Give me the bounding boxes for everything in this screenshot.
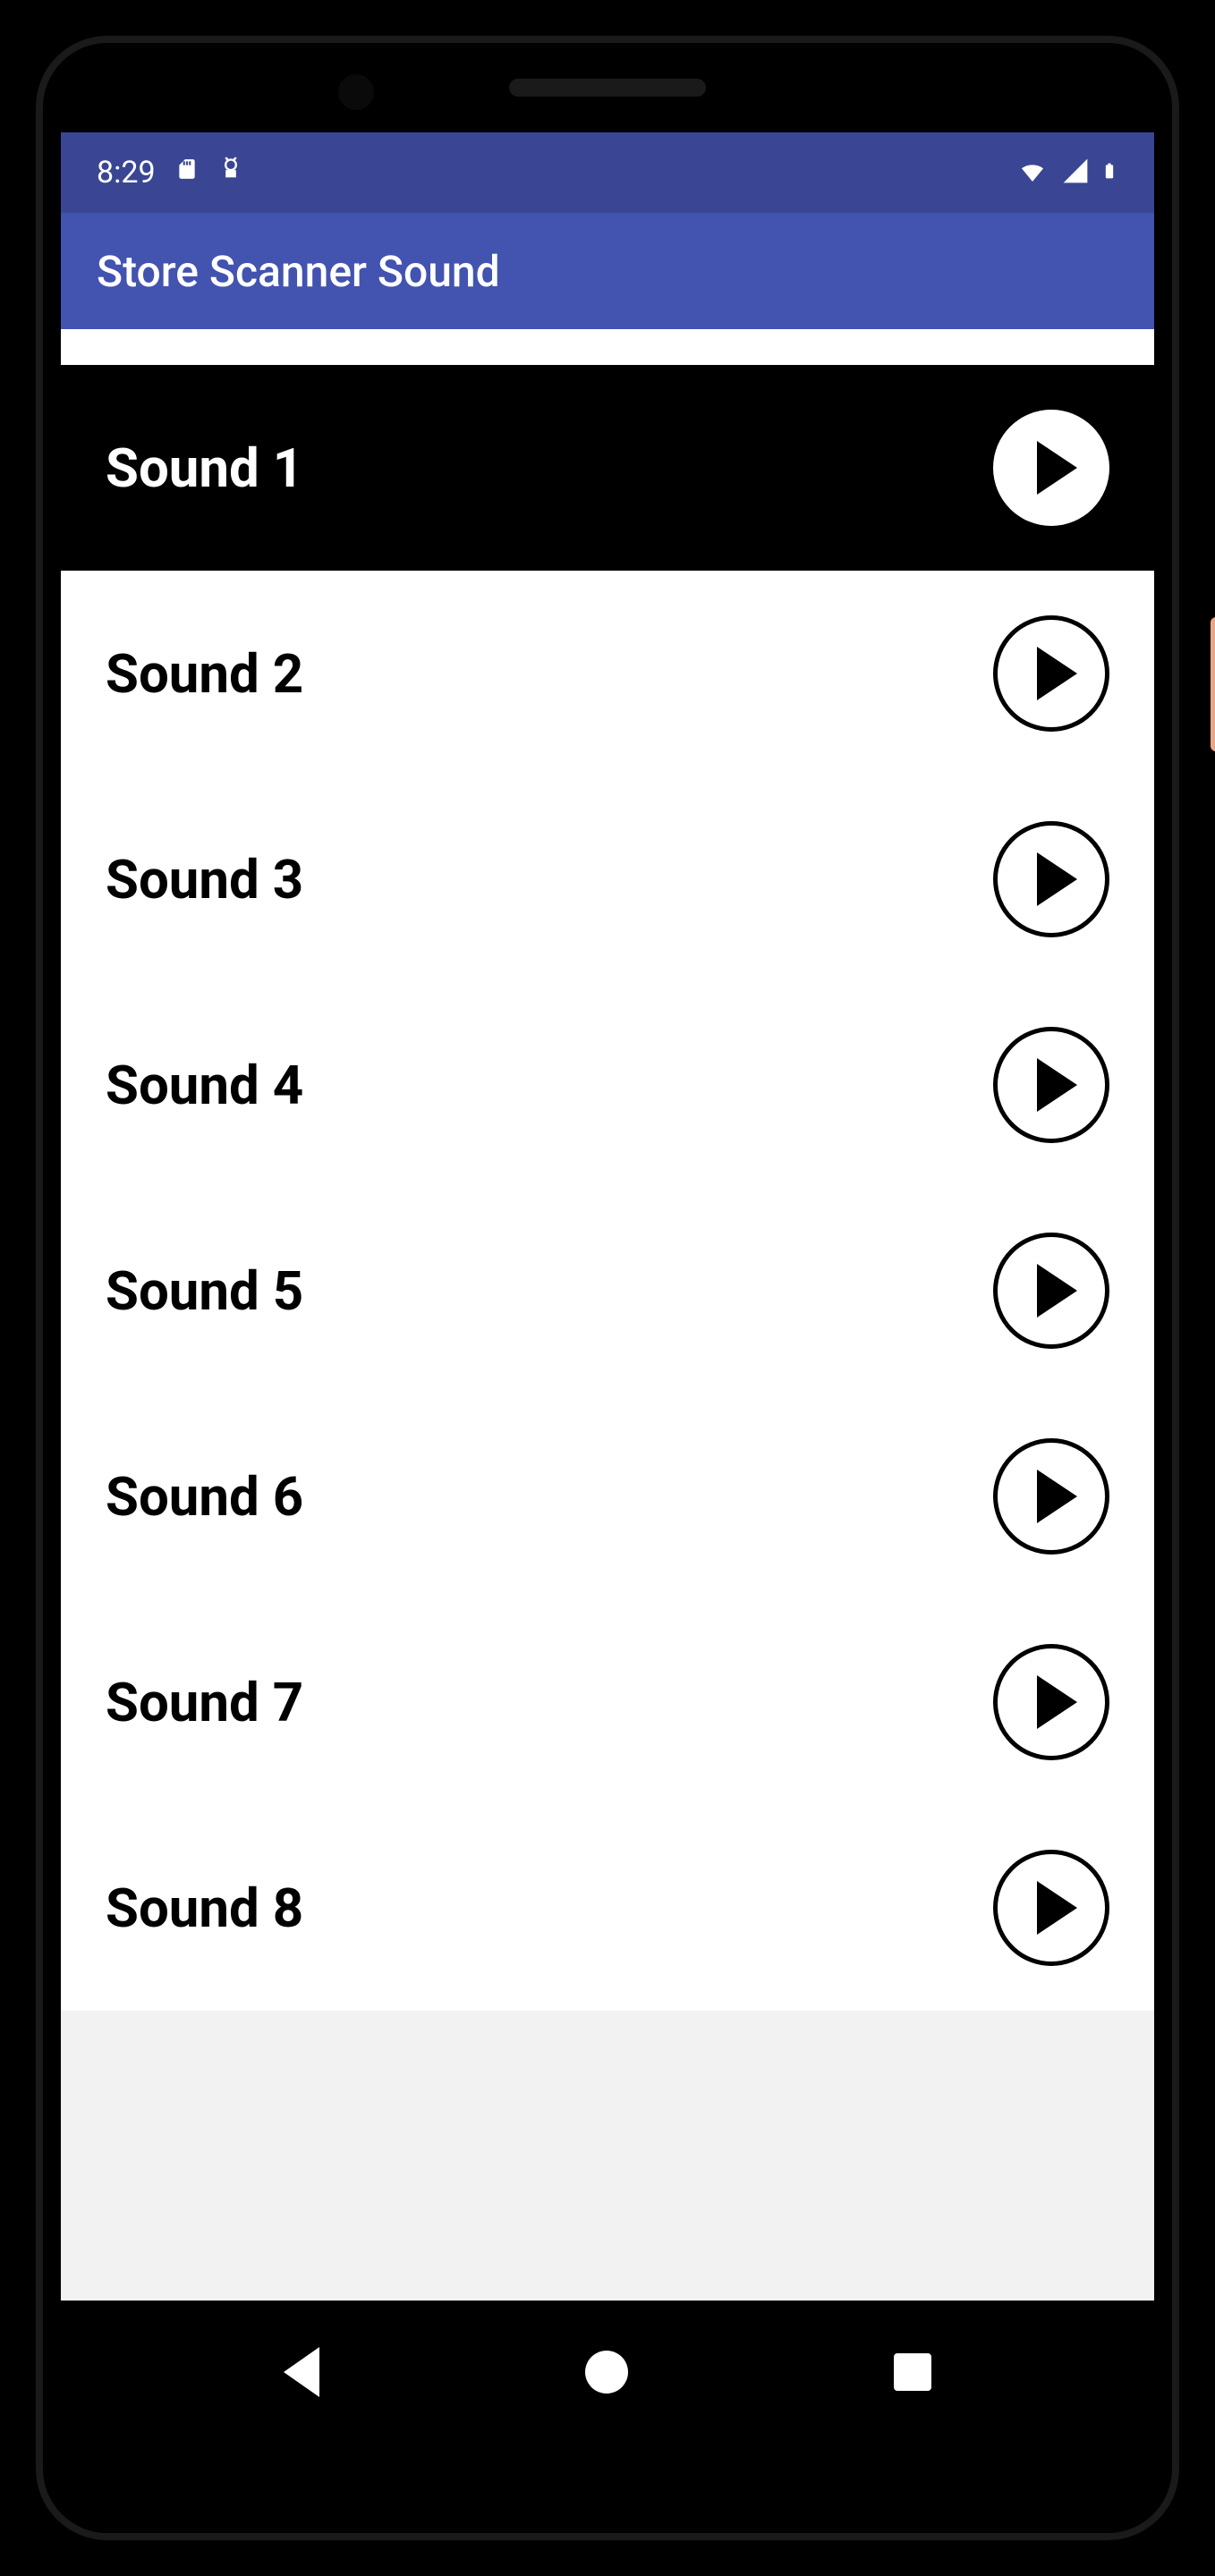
phone-speaker [509,79,706,97]
play-icon [1037,1058,1077,1112]
sd-card-icon [175,155,199,191]
play-button[interactable] [993,1027,1109,1143]
play-icon [1037,441,1077,495]
phone-camera [338,74,374,110]
sound-label: Sound 8 [106,1877,303,1940]
sound-list[interactable]: Sound 1 Sound 2 Sound 3 Sound 4 Sound 5 Sound… [61,365,1154,2444]
play-icon [1037,647,1077,700]
phone-power-button [1211,617,1215,751]
play-button[interactable] [993,1644,1109,1760]
phone-frame: 8:29 [0,0,1215,2576]
play-button[interactable] [993,1233,1109,1349]
play-button[interactable] [993,1438,1109,1555]
sound-item[interactable]: Sound 6 [61,1394,1154,1599]
sound-label: Sound 2 [106,642,303,706]
play-button[interactable] [993,615,1109,732]
play-icon [1037,1470,1077,1523]
sound-item[interactable]: Sound 3 [61,776,1154,982]
play-icon [1037,1881,1077,1935]
status-bar: 8:29 [61,132,1154,213]
battery-icon [1100,156,1118,190]
content-spacer [61,329,1154,365]
wifi-icon [1015,157,1050,189]
play-button[interactable] [993,410,1109,526]
sound-item[interactable]: Sound 7 [61,1599,1154,1805]
nav-recent-button[interactable] [894,2353,931,2391]
play-button[interactable] [993,821,1109,937]
sound-item[interactable]: Sound 1 [61,365,1154,571]
sound-item[interactable]: Sound 4 [61,982,1154,1188]
sound-label: Sound 1 [106,436,303,500]
play-button[interactable] [993,1850,1109,1966]
sound-item[interactable]: Sound 2 [61,571,1154,776]
sound-item[interactable]: Sound 8 [61,1805,1154,2011]
status-right [1015,156,1118,190]
sound-label: Sound 6 [106,1465,303,1529]
status-time: 8:29 [97,155,156,191]
signal-icon [1061,157,1090,189]
play-icon [1037,852,1077,906]
sound-item[interactable]: Sound 5 [61,1188,1154,1394]
phone-body: 8:29 [36,36,1179,2540]
sound-label: Sound 3 [106,848,303,911]
sound-label: Sound 5 [106,1259,303,1323]
status-left: 8:29 [97,155,243,191]
android-nav-bar [61,2301,1154,2444]
nav-back-button[interactable] [284,2347,319,2397]
play-icon [1037,1264,1077,1318]
app-title: Store Scanner Sound [97,246,500,297]
sound-label: Sound 7 [106,1671,303,1734]
app-bar: Store Scanner Sound [61,213,1154,329]
screen: 8:29 [61,132,1154,2444]
android-debug-icon [218,155,243,191]
play-icon [1037,1675,1077,1729]
sound-label: Sound 4 [106,1054,303,1117]
nav-home-button[interactable] [585,2351,628,2394]
